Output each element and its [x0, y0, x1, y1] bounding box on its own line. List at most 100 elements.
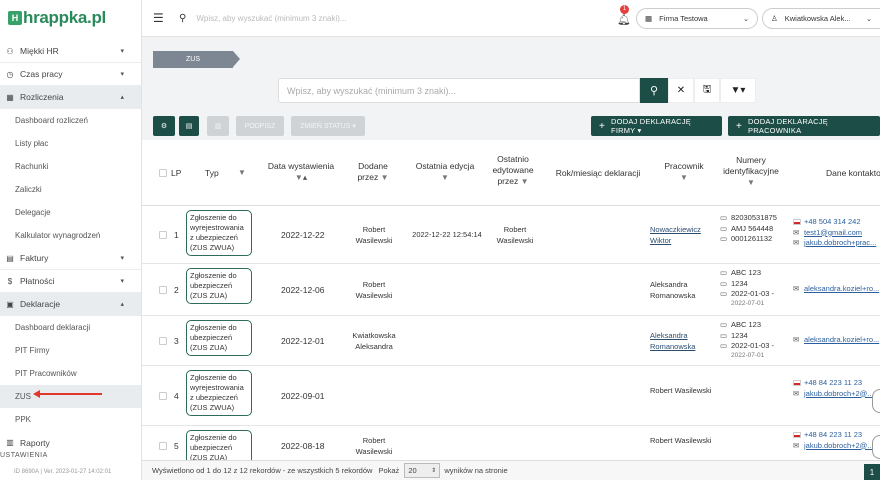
id-line: ▭ ABC 123: [720, 268, 774, 279]
cell-lp: 5: [174, 441, 179, 451]
row-checkbox[interactable]: [159, 392, 167, 400]
row-checkbox[interactable]: [159, 286, 167, 294]
file-icon: ▤: [185, 123, 193, 130]
topbar: ☰ ⚲ Wpisz, aby wyszukać (minimum 3 znaki…: [142, 0, 880, 37]
cell-typ-badge[interactable]: Zgłoszenie do ubezpieczeń (ZUS ZUA): [186, 320, 252, 356]
filter-icon[interactable]: ▼: [521, 177, 529, 186]
delete-button[interactable]: ▥: [207, 116, 229, 136]
table-row[interactable]: 3 Zgłoszenie do ubezpieczeń (ZUS ZUA) 2022…: [142, 316, 880, 366]
sidebar-item-deklaracje[interactable]: ▣ Deklaracje ▴: [0, 293, 141, 316]
col-header-lp[interactable]: LP: [171, 168, 181, 179]
export-button[interactable]: ▤: [179, 116, 199, 136]
side-tab[interactable]: [872, 435, 880, 459]
settings-button[interactable]: ⚙: [153, 116, 175, 136]
col-header-pracownik[interactable]: Pracownik ▼: [658, 161, 710, 183]
row-checkbox[interactable]: [159, 442, 167, 450]
envelope-icon: ✉: [793, 227, 800, 237]
sidebar-item-miekki-hr[interactable]: ⚇ Miękki HR ▾: [0, 40, 141, 63]
sidebar-subitem-listy-plac[interactable]: Listy płac: [0, 132, 141, 155]
table-row[interactable]: 1 Zgłoszenie do wyrejestrowania z ubezpie…: [142, 206, 880, 264]
col-header-dodane[interactable]: Dodane przez ▼: [350, 161, 396, 183]
col-header-label: Numery identyfikacyjne: [723, 155, 779, 176]
col-header-ostatnia[interactable]: Ostatnia edycja ▼: [408, 161, 482, 183]
search-input[interactable]: Wpisz, aby wyszukać (minimum 3 znaki)...: [278, 78, 640, 103]
clear-search-button[interactable]: ✕: [668, 78, 694, 103]
sidebar-subitem-ppk[interactable]: PPK: [0, 408, 141, 431]
col-header-ostatnio[interactable]: Ostatnio edytowane przez ▼: [490, 154, 536, 187]
gear-icon: ⚙: [160, 123, 168, 130]
id-card-icon: ▭: [720, 320, 728, 329]
filter-icon[interactable]: ▼: [680, 173, 688, 182]
col-header-data[interactable]: Data wystawienia ▼▴: [264, 161, 338, 183]
row-checkbox[interactable]: [159, 337, 167, 345]
select-all-checkbox[interactable]: [159, 169, 167, 177]
col-header-typ[interactable]: Typ: [205, 168, 219, 179]
table-row[interactable]: 5 Zgłoszenie do ubezpieczeń (ZUS ZUA) 2022…: [142, 426, 880, 460]
phone-number[interactable]: +48 84 223 11 23: [804, 430, 862, 439]
filter-icon[interactable]: ▼: [295, 173, 303, 182]
sidebar-subitem-dashboard-deklaracji[interactable]: Dashboard deklaracji: [0, 316, 141, 339]
row-checkbox[interactable]: [159, 231, 167, 239]
email-link[interactable]: jakub.dobroch+2@...: [804, 389, 874, 398]
email-line: ✉ aleksandra.koziel+ro...: [793, 284, 879, 295]
filter-icon[interactable]: ▼: [747, 178, 755, 187]
declarations-table: LP Typ ▼ Data wystawienia ▼▴ Dodane przez…: [142, 140, 880, 460]
add-firm-declaration-button[interactable]: + DODAJ DEKLARACJĘ FIRMY ▾: [591, 116, 722, 136]
col-header-rok[interactable]: Rok/miesiąc deklaracji: [548, 168, 648, 179]
table-row[interactable]: 4 Zgłoszenie do wyrejestrowania z ubezpie…: [142, 366, 880, 426]
filter-button[interactable]: ▼▾: [720, 78, 756, 103]
page-size-select[interactable]: 20 ⇕: [404, 463, 441, 478]
cell-pracownik[interactable]: Aleksandra Romanowska: [650, 330, 714, 352]
phone-number[interactable]: +48 504 314 242: [804, 217, 861, 226]
filter-icon[interactable]: ▼: [381, 173, 389, 182]
add-employee-declaration-button[interactable]: + DODAJ DEKLARACJĘ PRACOWNIKA: [728, 116, 880, 136]
sidebar-item-raporty[interactable]: ▥ Raporty: [0, 431, 141, 454]
search-button[interactable]: ⚲: [640, 78, 668, 103]
breadcrumb[interactable]: ZUS: [153, 51, 240, 68]
email-link[interactable]: aleksandra.koziel+ro...: [804, 284, 879, 293]
cell-pracownik[interactable]: Nowaczkiewicz Wiktor: [650, 224, 714, 246]
page-button[interactable]: 1: [864, 464, 880, 480]
sidebar-subitem-pit-pracownikow[interactable]: PIT Pracowników: [0, 362, 141, 385]
cell-typ-badge[interactable]: Zgłoszenie do wyrejestrowania z ubezpiec…: [186, 370, 252, 416]
email-line: ✉ jakub.dobroch+2@...: [793, 389, 874, 400]
sidebar-item-czas-pracy[interactable]: ◷ Czas pracy ▾: [0, 63, 141, 86]
email-link[interactable]: aleksandra.koziel+ro...: [804, 335, 879, 344]
user-select[interactable]: ♙ Kwiatkowska Alek... ⌄: [762, 8, 880, 29]
company-select[interactable]: ▦ Firma Testowa ⌄: [636, 8, 758, 29]
sidebar-subitem-delegacje[interactable]: Delegacje: [0, 201, 141, 224]
sidebar-item-faktury[interactable]: ▤ Faktury ▾: [0, 247, 141, 270]
table-row[interactable]: 2 Zgłoszenie do ubezpieczeń (ZUS ZUA) 2022…: [142, 264, 880, 316]
save-filter-button[interactable]: 🖫︎: [694, 78, 720, 103]
passport-icon: ▭: [720, 223, 728, 233]
cell-typ-badge[interactable]: Zgłoszenie do wyrejestrowania z ubezpiec…: [186, 210, 252, 256]
sidebar-item-label: Rozliczenia: [20, 92, 64, 102]
menu-icon[interactable]: ☰: [153, 11, 164, 25]
page-size-label: Pokaż: [378, 466, 400, 475]
email-link[interactable]: test1@gmail.com: [804, 228, 862, 237]
change-status-button[interactable]: ZMIEŃ STATUS ▾: [291, 116, 365, 136]
filter-icon[interactable]: ▼: [238, 168, 246, 177]
cell-typ-badge[interactable]: Zgłoszenie do ubezpieczeń (ZUS ZUA): [186, 268, 252, 304]
sidebar-subitem-dashboard-rozliczen[interactable]: Dashboard rozliczeń: [0, 109, 141, 132]
sidebar-item-rozliczenia[interactable]: ▦ Rozliczenia ▴: [0, 86, 141, 109]
bell-icon[interactable]: 🔔︎: [617, 13, 631, 26]
sidebar-subitem-zaliczki[interactable]: Zaliczki: [0, 178, 141, 201]
logo[interactable]: H hrappka.pl: [8, 8, 106, 28]
sidebar-subitem-rachunki[interactable]: Rachunki: [0, 155, 141, 178]
sidebar-subitem-pit-firmy[interactable]: PIT Firmy: [0, 339, 141, 362]
col-header-numery[interactable]: Numery identyfikacyjne ▼: [718, 155, 784, 188]
sidebar-subitem-zus[interactable]: ZUS: [0, 385, 141, 408]
filter-icon[interactable]: ▼: [441, 173, 449, 182]
email-link[interactable]: jakub.dobroch+prac...: [804, 238, 876, 247]
sidebar-subitem-kalkulator[interactable]: Kalkulator wynagrodzeń: [0, 224, 141, 247]
cell-typ-badge[interactable]: Zgłoszenie do ubezpieczeń (ZUS ZUA): [186, 430, 252, 460]
sidebar-item-platnosci[interactable]: $ Płatności ▾: [0, 270, 141, 293]
col-header-dane[interactable]: Dane kontaktowe: [826, 168, 880, 179]
phone-number[interactable]: +48 84 223 11 23: [804, 378, 862, 387]
top-search-input[interactable]: Wpisz, aby wyszukać (minimum 3 znaki)...: [196, 14, 546, 23]
sign-button[interactable]: PODPISZ: [236, 116, 284, 136]
cell-contact: +48 504 314 242 ✉ test1@gmail.com ✉ jakub.do…: [793, 217, 876, 249]
email-link[interactable]: jakub.dobroch+2@...: [804, 441, 874, 450]
side-tab[interactable]: [872, 389, 880, 413]
